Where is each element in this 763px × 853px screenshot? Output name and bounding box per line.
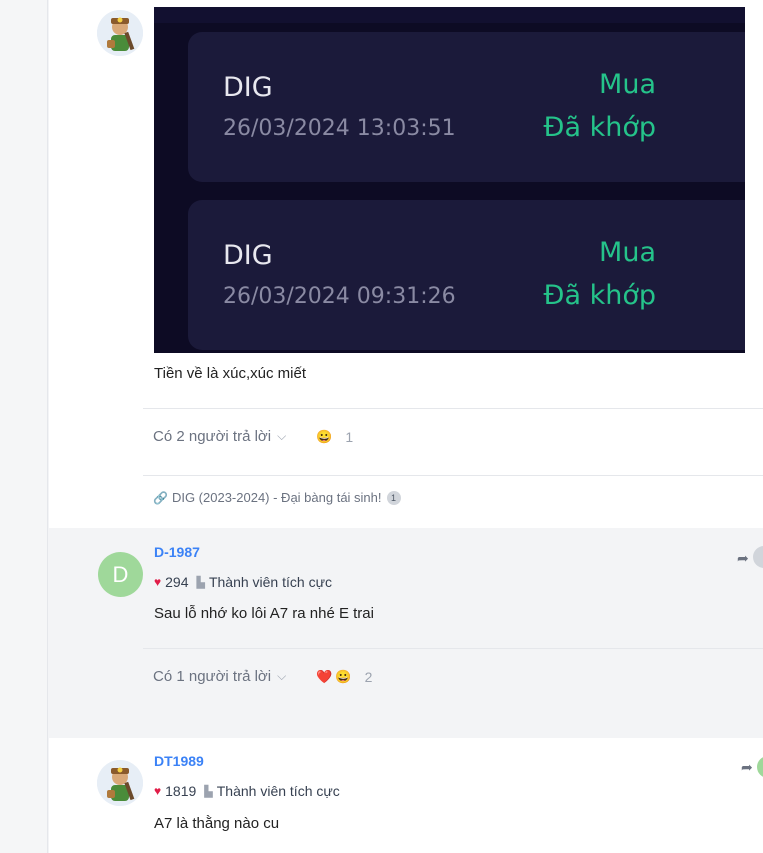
order-side: Mua <box>599 69 656 100</box>
replies-toggle[interactable]: Có 1 người trả lời ⌵ ❤️ 😀 2 <box>153 668 372 685</box>
topic-title: DIG (2023-2024) - Đại bàng tái sinh! <box>171 490 382 505</box>
miner-avatar-icon <box>97 760 143 806</box>
order-card: DIG 26/03/2024 09:31:26 Mua Đã khớp <box>188 200 745 350</box>
comment: D D-1987 ♥ 294 ▙ Thành viên tích cực Sau… <box>49 528 763 738</box>
reactions[interactable]: ❤️ 😀 2 <box>316 669 372 685</box>
replies-toggle[interactable]: Có 2 người trả lời ⌵ 😀 1 <box>153 428 353 445</box>
order-card: DIG 26/03/2024 13:03:51 Mua Đã khớp <box>188 32 745 182</box>
comment-text: A7 là thằng nào cu <box>154 815 280 832</box>
left-sidebar-strip <box>0 0 48 853</box>
order-ticker: DIG <box>223 72 273 103</box>
topic-link[interactable]: 🔗 DIG (2023-2024) - Đại bàng tái sinh! 1 <box>153 490 401 505</box>
share-icon[interactable]: ➦ <box>737 550 749 567</box>
link-icon: 🔗 <box>153 490 168 505</box>
comment-text: Sau lỗ nhớ ko lôi A7 ra nhé E trai <box>154 605 374 622</box>
heart-icon: ♥ <box>154 575 162 589</box>
order-ticker: DIG <box>223 240 273 271</box>
order-screenshot: DIG 26/03/2024 13:03:51 Mua Đã khớp DIG … <box>154 7 745 353</box>
feed: DIG 26/03/2024 13:03:51 Mua Đã khớp DIG … <box>49 0 763 853</box>
username[interactable]: D-1987 <box>154 544 200 560</box>
grin-emoji-icon: 😀 <box>316 428 333 444</box>
avatar[interactable]: D <box>98 552 143 597</box>
post-text: Tiền về là xúc,xúc miết <box>154 365 306 382</box>
miner-avatar[interactable] <box>97 10 143 56</box>
user-meta: ♥ 294 ▙ Thành viên tích cực <box>154 574 332 590</box>
miner-avatar[interactable] <box>97 760 143 806</box>
post: DIG 26/03/2024 13:03:51 Mua Đã khớp DIG … <box>49 0 763 528</box>
divider <box>143 648 763 649</box>
rank-icon: ▙ <box>196 576 205 589</box>
page: DIG 26/03/2024 13:03:51 Mua Đã khớp DIG … <box>0 0 763 853</box>
grin-emoji-icon: 😀 <box>335 668 352 684</box>
chevron-down-icon: ⌵ <box>277 429 287 443</box>
order-time: 26/03/2024 09:31:26 <box>223 284 456 309</box>
reaction-count: 1 <box>345 428 354 445</box>
heart-emoji-icon: ❤️ <box>316 668 333 684</box>
order-time: 26/03/2024 13:03:51 <box>223 116 456 141</box>
username[interactable]: DT1989 <box>154 753 204 769</box>
divider <box>143 475 763 476</box>
divider <box>143 408 763 409</box>
screenshot-top-edge <box>154 7 745 23</box>
like-count: 1819 <box>165 783 197 799</box>
order-status: Đã khớp <box>543 280 656 311</box>
heart-icon: ♥ <box>154 784 162 798</box>
reaction-count: 2 <box>364 668 373 685</box>
topic-count-badge: 1 <box>386 490 401 505</box>
user-meta: ♥ 1819 ▙ Thành viên tích cực <box>154 783 340 799</box>
miner-avatar-icon <box>97 10 143 56</box>
order-side: Mua <box>599 237 656 268</box>
rank-icon: ▙ <box>204 785 213 798</box>
reactions[interactable]: 😀 1 <box>316 429 353 445</box>
mini-avatar[interactable] <box>753 546 763 568</box>
rank-label: Thành viên tích cực <box>216 783 340 799</box>
replies-label: Có 1 người trả lời <box>153 668 272 685</box>
comment: DT1989 ♥ 1819 ▙ Thành viên tích cực A7 l… <box>49 738 763 853</box>
mini-avatar[interactable] <box>757 756 763 778</box>
rank-label: Thành viên tích cực <box>208 574 332 590</box>
order-status: Đã khớp <box>543 112 656 143</box>
share-icon[interactable]: ➦ <box>741 759 753 776</box>
replies-label: Có 2 người trả lời <box>153 428 272 445</box>
chevron-down-icon: ⌵ <box>277 669 287 683</box>
like-count: 294 <box>165 574 189 590</box>
